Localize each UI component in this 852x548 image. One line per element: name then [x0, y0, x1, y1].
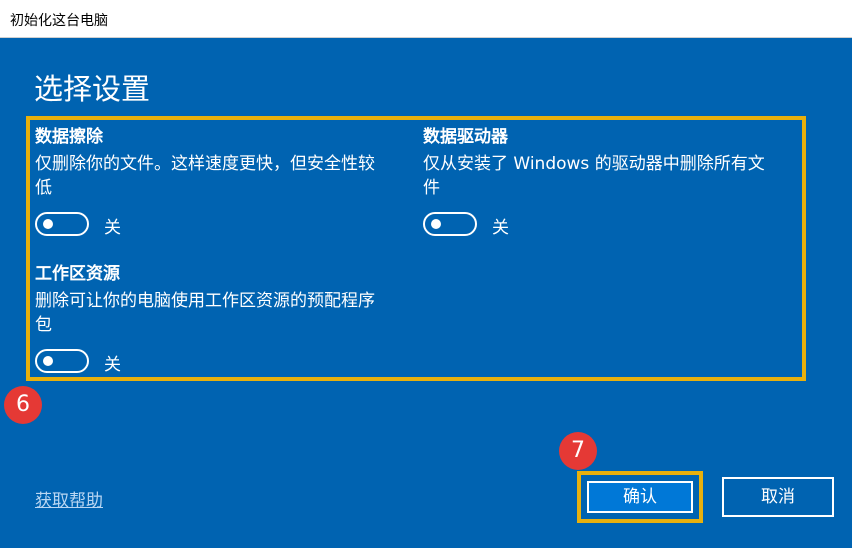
- option-data-drives-desc-line2: 件: [423, 178, 440, 198]
- data-drives-toggle[interactable]: [423, 212, 477, 236]
- option-data-drives-desc-line1: 仅从安装了 Windows 的驱动器中删除所有文: [423, 154, 765, 174]
- toggle-knob: [43, 219, 53, 229]
- title-bar: 初始化这台电脑: [0, 0, 852, 38]
- confirm-highlight-box: 确认: [577, 471, 703, 523]
- page-title: 选择设置: [34, 72, 151, 106]
- confirm-button[interactable]: 确认: [587, 481, 693, 513]
- step-badge-6: 6: [4, 386, 42, 424]
- option-data-drives-title: 数据驱动器: [423, 127, 508, 147]
- data-drives-toggle-state: 关: [492, 218, 509, 238]
- option-data-erase-desc-line2: 低: [35, 178, 52, 198]
- toggle-knob: [43, 356, 53, 366]
- settings-panel: 选择设置 数据擦除 仅删除你的文件。这样速度更快，但安全性较 低 关 数据驱动器…: [0, 38, 852, 548]
- get-help-link[interactable]: 获取帮助: [35, 486, 103, 511]
- data-erase-toggle[interactable]: [35, 212, 89, 236]
- option-workspace-resources-desc-line2: 包: [35, 315, 52, 335]
- option-workspace-resources-desc-line1: 删除可让你的电脑使用工作区资源的预配程序: [35, 291, 375, 311]
- option-workspace-resources-title: 工作区资源: [35, 264, 120, 284]
- workspace-resources-toggle-state: 关: [104, 355, 121, 375]
- window-title: 初始化这台电脑: [10, 13, 108, 29]
- option-data-erase-title: 数据擦除: [35, 127, 103, 147]
- data-erase-toggle-state: 关: [104, 218, 121, 238]
- toggle-knob: [431, 219, 441, 229]
- option-data-erase-desc-line1: 仅删除你的文件。这样速度更快，但安全性较: [35, 154, 375, 174]
- cancel-button[interactable]: 取消: [722, 477, 834, 517]
- step-badge-7: 7: [559, 432, 597, 470]
- workspace-resources-toggle[interactable]: [35, 349, 89, 373]
